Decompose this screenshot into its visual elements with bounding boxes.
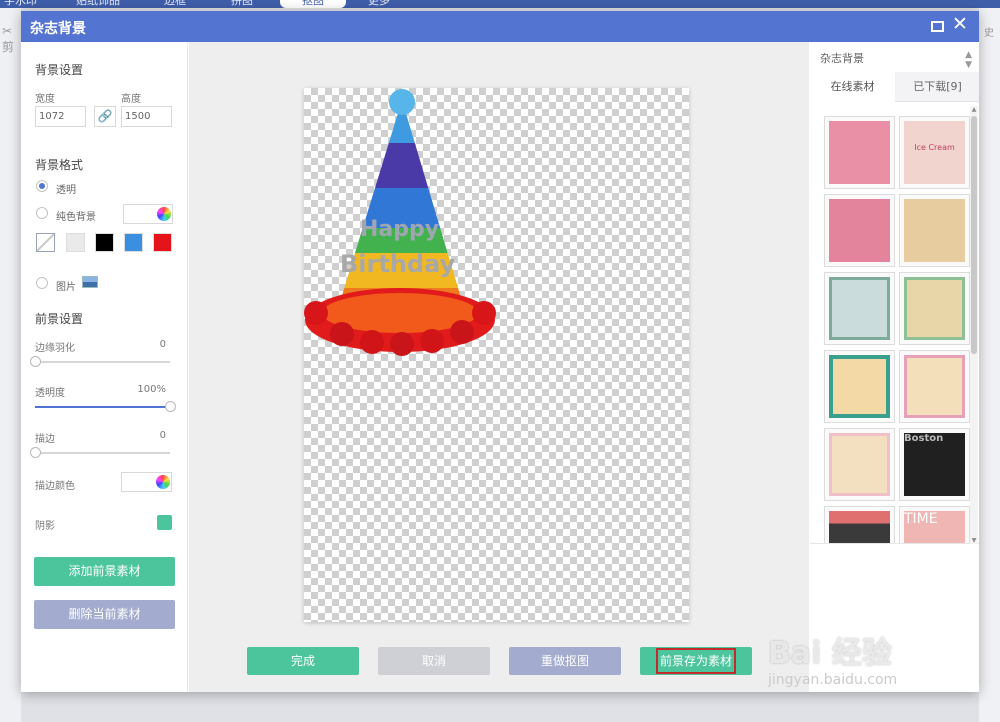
materials-tabs: 在线素材 已下载[9] — [810, 72, 979, 102]
opacity-slider[interactable] — [35, 401, 176, 412]
stroke-value: 0 — [159, 430, 166, 441]
swatch-none[interactable] — [36, 233, 55, 252]
radio-transparent[interactable] — [36, 180, 48, 192]
opacity-value: 100% — [137, 384, 166, 395]
watermark-brand: Bai 经验 — [768, 636, 892, 671]
top-tab-watermark[interactable]: 字水印 — [0, 0, 41, 8]
feather-slider-knob[interactable] — [30, 356, 41, 367]
shadow-color-swatch[interactable] — [157, 515, 172, 530]
delete-material-button[interactable]: 删除当前素材 — [34, 600, 175, 629]
material-thumb[interactable] — [824, 350, 895, 423]
material-thumb[interactable] — [824, 272, 895, 345]
dialog-title: 杂志背景 — [30, 21, 86, 37]
material-thumb[interactable] — [824, 116, 895, 189]
swatch-blue[interactable] — [124, 233, 143, 252]
opacity-slider-fill — [35, 406, 170, 408]
preview-area: Happy Birthday 完成 取消 重做抠图 前景存为素材 — [189, 42, 809, 692]
feather-value: 0 — [159, 339, 166, 350]
scrollbar-thumb[interactable] — [971, 116, 977, 354]
image-label: 图片 — [56, 282, 76, 293]
material-thumb[interactable] — [824, 506, 895, 543]
solid-color-label: 纯色背景 — [56, 212, 96, 223]
material-thumb[interactable] — [899, 350, 970, 423]
top-tab-more[interactable]: 更多 — [364, 0, 394, 8]
materials-scrollbar[interactable]: ▲ ▼ — [970, 106, 978, 544]
baidu-jingyan-watermark: Bai 经验 jingyan.baidu.com — [768, 628, 897, 688]
stroke-slider-knob[interactable] — [30, 447, 41, 458]
image-icon — [82, 276, 98, 288]
materials-panel: 杂志背景 ▲ ▼ 在线素材 已下载[9] Ice Cream Boston TIM… — [810, 42, 979, 692]
scissors-icon: ✂ 剪 — [2, 24, 15, 54]
top-tab-border[interactable]: 边框 — [160, 0, 190, 8]
bg-settings-title: 背景设置 — [35, 63, 84, 77]
stroke-color-label: 描边颜色 — [35, 481, 75, 492]
shadow-label: 阴影 — [35, 521, 55, 532]
swatch-light-gray[interactable] — [66, 233, 85, 252]
save-foreground-button[interactable]: 前景存为素材 — [640, 647, 752, 675]
color-wheel-icon — [157, 207, 171, 221]
settings-panel: 背景设置 宽度 高度 1072 🔗 1500 背景格式 透明 纯色背景 图片 前… — [21, 42, 188, 692]
scroll-down-icon[interactable]: ▼ — [970, 537, 978, 544]
top-tab-stickers[interactable]: 贴纸饰品 — [72, 0, 124, 8]
close-icon[interactable]: ✕ — [952, 15, 968, 34]
stroke-color-picker[interactable] — [121, 472, 172, 492]
color-wheel-icon — [156, 475, 170, 489]
background-app-left: ✂ 剪 — [0, 8, 21, 722]
width-input[interactable]: 1072 — [35, 106, 86, 127]
add-foreground-button[interactable]: 添加前景素材 — [34, 557, 175, 586]
materials-grid: Ice Cream Boston TIME — [810, 106, 979, 544]
app-top-tabs: 字水印 贴纸饰品 边框 拼图 抠图 更多 — [0, 0, 1000, 8]
feather-label: 边缘羽化 — [35, 343, 75, 354]
stroke-label: 描边 — [35, 434, 55, 445]
hat-text-happy: Happy — [360, 217, 439, 242]
opacity-slider-knob[interactable] — [165, 401, 176, 412]
watermark-url: jingyan.baidu.com — [768, 672, 898, 688]
category-select[interactable]: 杂志背景 ▲ ▼ — [820, 50, 972, 70]
link-icon[interactable]: 🔗 — [94, 106, 116, 127]
done-button[interactable]: 完成 — [247, 647, 359, 675]
height-label: 高度 — [121, 94, 141, 105]
background-app-right: 史 — [979, 8, 1000, 722]
dialog-titlebar: 杂志背景 ✕ — [21, 11, 979, 42]
material-thumb[interactable] — [824, 194, 895, 267]
opacity-label: 透明度 — [35, 388, 65, 399]
category-value: 杂志背景 — [820, 52, 864, 65]
history-hint: 史 — [984, 28, 994, 39]
top-tab-cutout[interactable]: 抠图 — [280, 0, 346, 8]
swatch-red[interactable] — [153, 233, 172, 252]
cancel-button[interactable]: 取消 — [378, 647, 490, 675]
top-tab-collage[interactable]: 拼图 — [227, 0, 257, 8]
redo-cutout-button[interactable]: 重做抠图 — [509, 647, 621, 675]
solid-color-picker[interactable] — [123, 204, 173, 224]
maximize-icon[interactable] — [931, 21, 944, 32]
stroke-slider[interactable] — [30, 447, 170, 458]
select-arrows-icon: ▲ ▼ — [965, 50, 972, 70]
tab-downloaded[interactable]: 已下载[9] — [895, 72, 980, 102]
material-thumb[interactable]: TIME — [899, 506, 970, 543]
party-hat-image[interactable]: Happy Birthday — [302, 88, 498, 358]
feather-slider[interactable] — [30, 356, 170, 367]
bg-format-title: 背景格式 — [35, 158, 84, 172]
radio-solid-color[interactable] — [36, 207, 48, 219]
material-thumb[interactable] — [899, 194, 970, 267]
save-foreground-label: 前景存为素材 — [655, 648, 736, 674]
width-label: 宽度 — [35, 94, 55, 105]
material-thumb[interactable] — [824, 428, 895, 501]
fg-settings-title: 前景设置 — [35, 312, 84, 326]
material-thumb[interactable]: Boston — [899, 428, 970, 501]
material-thumb[interactable]: Ice Cream — [899, 116, 970, 189]
transparent-label: 透明 — [56, 185, 76, 196]
material-thumb[interactable] — [899, 272, 970, 345]
hat-text-birthday: Birthday — [340, 250, 456, 278]
scroll-up-icon[interactable]: ▲ — [970, 106, 978, 113]
transparent-canvas[interactable]: Happy Birthday — [304, 88, 689, 622]
height-input[interactable]: 1500 — [121, 106, 172, 127]
tab-online-materials[interactable]: 在线素材 — [810, 72, 895, 102]
radio-image[interactable] — [36, 277, 48, 289]
magazine-background-dialog: 杂志背景 ✕ 背景设置 宽度 高度 1072 🔗 1500 背景格式 透明 纯色… — [21, 11, 979, 692]
swatch-black[interactable] — [95, 233, 114, 252]
